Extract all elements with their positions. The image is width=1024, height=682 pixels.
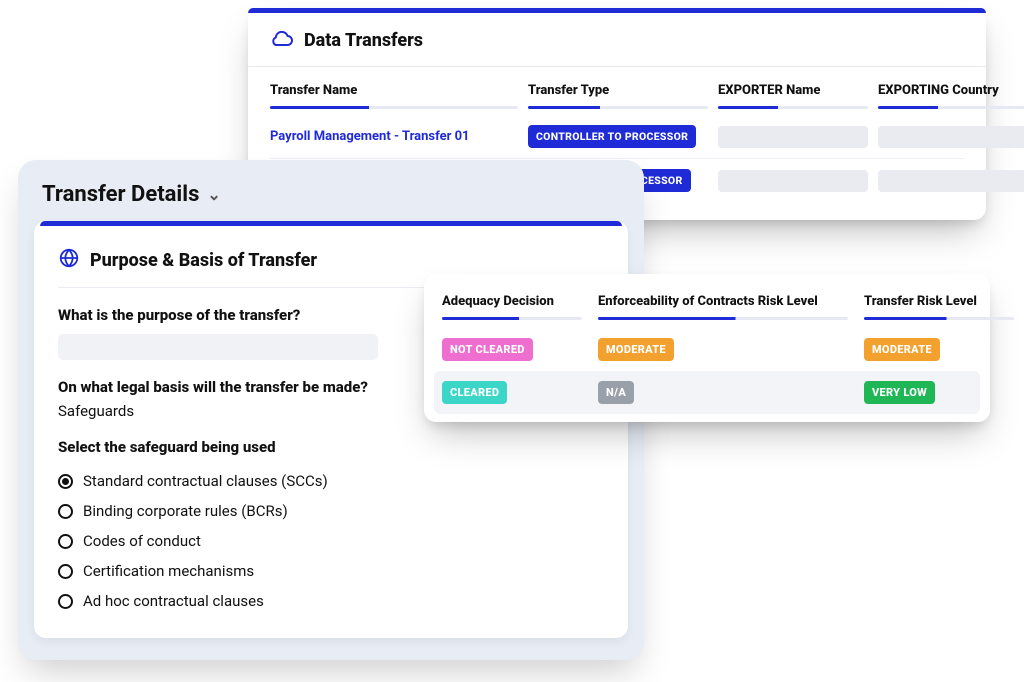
safeguard-option-adhoc[interactable]: Ad hoc contractual clauses bbox=[58, 586, 604, 616]
exporter-name-placeholder bbox=[718, 126, 868, 148]
cloud-icon bbox=[270, 26, 294, 54]
safeguard-radio-group: Standard contractual clauses (SCCs) Bind… bbox=[58, 466, 604, 616]
safeguard-option-codes[interactable]: Codes of conduct bbox=[58, 526, 604, 556]
safeguard-option-cert[interactable]: Certification mechanisms bbox=[58, 556, 604, 586]
table-row[interactable]: Payroll Management - Transfer 01 CONTROL… bbox=[270, 115, 964, 158]
purpose-input[interactable] bbox=[58, 334, 378, 360]
safeguard-option-sccs[interactable]: Standard contractual clauses (SCCs) bbox=[58, 466, 604, 496]
adequacy-badge: NOT CLEARED bbox=[442, 338, 533, 361]
radio-icon bbox=[58, 594, 73, 609]
risk-card: Adequacy Decision Enforceability of Cont… bbox=[424, 274, 990, 422]
exporting-country-placeholder bbox=[878, 170, 1024, 192]
table-row[interactable]: NOT CLEARED MODERATE MODERATE bbox=[442, 328, 972, 371]
transfer-details-title-row[interactable]: Transfer Details ⌄ bbox=[34, 178, 628, 221]
col-transfer-risk[interactable]: Transfer Risk Level bbox=[864, 290, 1014, 328]
exporter-name-placeholder bbox=[718, 170, 868, 192]
question-safeguard: Select the safeguard being used bbox=[58, 438, 604, 456]
globe-icon bbox=[58, 247, 80, 273]
data-transfers-columns: Transfer Name Transfer Type EXPORTER Nam… bbox=[270, 73, 964, 115]
safeguard-label: Ad hoc contractual clauses bbox=[83, 592, 264, 610]
safeguard-label: Binding corporate rules (BCRs) bbox=[83, 502, 288, 520]
col-exporter-name[interactable]: EXPORTER Name bbox=[718, 73, 868, 115]
transfer-name-link[interactable]: Payroll Management - Transfer 01 bbox=[270, 129, 518, 144]
purpose-basis-title: Purpose & Basis of Transfer bbox=[90, 250, 317, 271]
safeguard-label: Certification mechanisms bbox=[83, 562, 254, 580]
safeguard-label: Codes of conduct bbox=[83, 532, 201, 550]
col-enforceability[interactable]: Enforceability of Contracts Risk Level bbox=[598, 290, 848, 328]
safeguard-label: Standard contractual clauses (SCCs) bbox=[83, 472, 328, 490]
chevron-down-icon: ⌄ bbox=[207, 185, 220, 204]
col-exporting-country[interactable]: EXPORTING Country bbox=[878, 73, 1024, 115]
safeguard-option-bcrs[interactable]: Binding corporate rules (BCRs) bbox=[58, 496, 604, 526]
enforceability-badge: N/A bbox=[598, 381, 634, 404]
radio-icon bbox=[58, 534, 73, 549]
risk-columns: Adequacy Decision Enforceability of Cont… bbox=[442, 274, 972, 328]
transfer-details-title: Transfer Details bbox=[42, 182, 199, 207]
transfer-risk-badge: MODERATE bbox=[864, 338, 940, 361]
col-adequacy[interactable]: Adequacy Decision bbox=[442, 290, 582, 328]
data-transfers-title: Data Transfers bbox=[304, 30, 423, 51]
transfer-risk-badge: VERY LOW bbox=[864, 381, 935, 404]
data-transfers-header: Data Transfers bbox=[248, 8, 986, 67]
enforceability-badge: MODERATE bbox=[598, 338, 674, 361]
exporting-country-placeholder bbox=[878, 126, 1024, 148]
transfer-type-pill: CONTROLLER TO PROCESSOR bbox=[528, 125, 696, 148]
radio-icon bbox=[58, 504, 73, 519]
adequacy-badge: CLEARED bbox=[442, 381, 507, 404]
radio-icon bbox=[58, 474, 73, 489]
table-row[interactable]: CLEARED N/A VERY LOW bbox=[434, 371, 980, 414]
col-transfer-name[interactable]: Transfer Name bbox=[270, 73, 518, 115]
col-transfer-type[interactable]: Transfer Type bbox=[528, 73, 708, 115]
radio-icon bbox=[58, 564, 73, 579]
